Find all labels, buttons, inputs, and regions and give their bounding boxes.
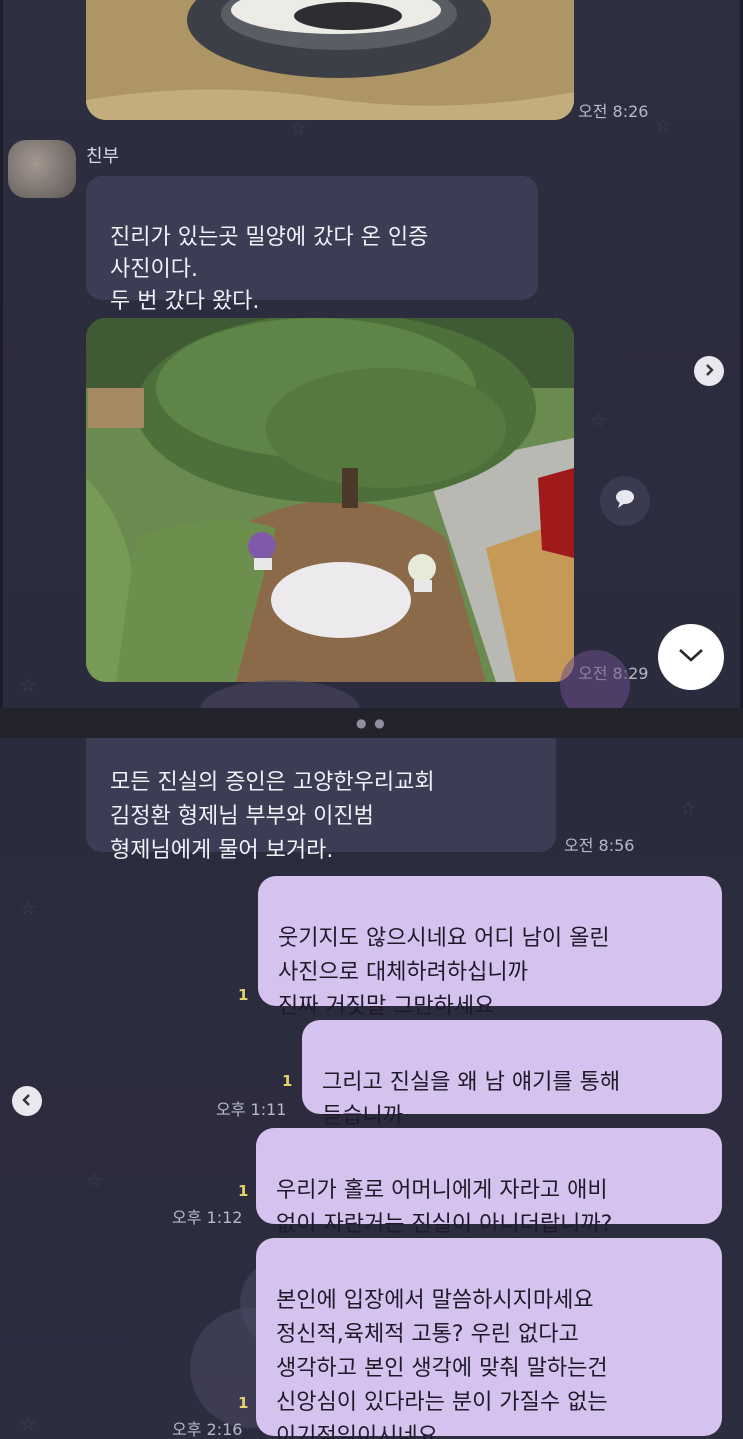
back-button[interactable] (12, 1086, 42, 1116)
grave-stones-image (86, 0, 574, 120)
star-decoration: ☆ (20, 898, 37, 919)
speech-bubble-icon (614, 489, 636, 513)
chevron-left-icon (20, 1092, 34, 1111)
scroll-down-button[interactable] (658, 624, 724, 690)
read-count: 1 (282, 1072, 293, 1090)
star-decoration: ☆ (86, 1170, 103, 1191)
message-time: 오전 8:56 (564, 836, 635, 855)
message-text: 그리고 진실을 왜 남 얘기를 통해 듣습니까 (322, 1070, 621, 1129)
message-time: 오전 8:26 (578, 102, 649, 121)
photo-message-grave-top[interactable] (86, 0, 574, 120)
message-text: 본인에 입장에서 말씀하시지마세요 정신적,육체적 고통? 우린 없다고 생각하… (276, 1288, 608, 1439)
photo-message-pine-tree[interactable] (86, 318, 574, 682)
pine-tree-grave-image (86, 318, 574, 682)
chevron-down-icon (677, 647, 705, 667)
chat-panel-bottom: ☆ ☆ ☆ ☆ 모든 진실의 증인은 고양한우리교회 김정환 형제님 부부와 이… (0, 738, 743, 1439)
cloud-decoration (560, 650, 630, 708)
outgoing-message-bubble[interactable]: 웃기지도 않으시네요 어디 남이 올린 사진으로 대체하려하십니까 진짜 거짓말… (258, 876, 722, 1019)
star-decoration: ☆ (590, 410, 607, 431)
forward-button[interactable] (694, 356, 724, 386)
message-time: 오후 2:16 (172, 1420, 243, 1439)
avatar[interactable] (8, 140, 76, 198)
star-decoration: ☆ (290, 118, 307, 139)
star-decoration: ☆ (680, 798, 697, 819)
outgoing-message-bubble[interactable]: 그리고 진실을 왜 남 얘기를 통해 듣습니까 (302, 1020, 722, 1129)
read-count: 1 (238, 1394, 249, 1412)
star-decoration: ☆ (655, 115, 672, 136)
sender-name: 친부 (86, 146, 120, 167)
message-time: 오후 1:12 (172, 1208, 243, 1227)
star-decoration: ☆ (20, 1414, 37, 1435)
message-text: 우리가 홀로 어머니에게 자라고 애비 없이 자란거는 진실이 아니더랍니까? (276, 1178, 613, 1237)
message-text: 웃기지도 않으시네요 어디 남이 올린 사진으로 대체하려하십니까 진짜 거짓말… (278, 926, 610, 1019)
carousel-dots[interactable]: ● ● (356, 716, 387, 730)
panel-edge-left (0, 0, 3, 708)
outgoing-message-bubble[interactable]: 우리가 홀로 어머니에게 자라고 애비 없이 자란거는 진실이 아니더랍니까? (256, 1128, 722, 1237)
outgoing-message-bubble[interactable]: 본인에 입장에서 말씀하시지마세요 정신적,육체적 고통? 우린 없다고 생각하… (256, 1238, 722, 1439)
comment-button[interactable] (600, 476, 650, 526)
incoming-message-bubble[interactable]: 진리가 있는곳 밀양에 갔다 온 인증 사진이다. 두 번 갔다 왔다. (86, 176, 538, 314)
message-text: 모든 진실의 증인은 고양한우리교회 김정환 형제님 부부와 이진범 형제님에게… (110, 770, 435, 863)
star-decoration: ☆ (20, 675, 37, 696)
message-time: 오후 1:11 (216, 1100, 287, 1119)
cloud-decoration (200, 680, 360, 708)
chat-panel-top: ☆ ☆ ☆ ☆ 오전 8:26 친부 진리가 있는곳 밀양에 갔다 온 인증 사… (0, 0, 743, 708)
message-text: 진리가 있는곳 밀양에 갔다 온 인증 사진이다. 두 번 갔다 왔다. (110, 225, 429, 314)
incoming-message-bubble[interactable]: 모든 진실의 증인은 고양한우리교회 김정환 형제님 부부와 이진범 형제님에게… (86, 738, 556, 863)
chevron-right-icon (702, 362, 716, 381)
read-count: 1 (238, 1182, 249, 1200)
read-count: 1 (238, 986, 249, 1004)
